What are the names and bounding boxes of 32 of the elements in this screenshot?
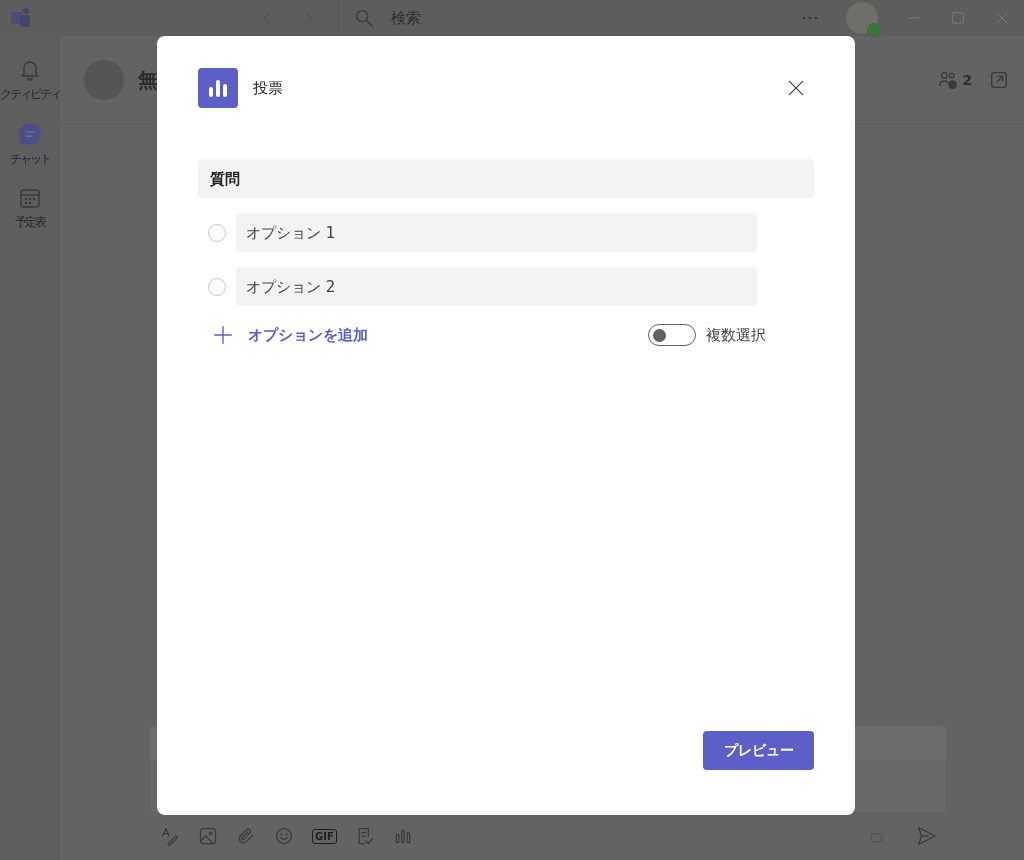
paperclip-icon[interactable] [236,826,256,846]
close-icon [786,78,806,98]
question-field[interactable]: 質問 [198,159,814,198]
add-option-link[interactable]: オプションを追加 [212,324,368,346]
gif-button[interactable]: GIF [312,828,337,844]
poll-app-icon [198,68,238,108]
bell-icon [18,58,42,82]
preview-button[interactable]: プレビュー [703,731,814,770]
format-icon[interactable] [160,826,180,846]
emoji-icon[interactable] [274,826,294,846]
popout-icon[interactable] [988,69,1010,91]
toggle-label: 複数選択 [706,325,766,345]
calendar-icon [18,186,42,210]
option-field[interactable]: オプション 1 [236,213,757,252]
close-icon[interactable] [994,10,1010,26]
people-add-icon [937,69,960,91]
user-avatar[interactable] [846,2,878,34]
dialog-title: 投票 [253,78,283,98]
image-icon[interactable] [198,826,218,846]
maximize-icon[interactable] [950,10,966,26]
radio-button[interactable] [208,277,226,296]
multiple-choice-toggle[interactable] [648,324,696,346]
search-icon [353,7,375,29]
chat-title: 無 [138,66,158,94]
chat-icon [17,121,43,147]
more-icon[interactable] [802,16,818,20]
radio-button[interactable] [208,223,226,242]
close-button[interactable] [786,78,806,98]
plus-icon [212,324,234,346]
app-logo-icon[interactable] [10,7,32,29]
option-field[interactable]: オプション 2 [236,267,757,306]
send-icon[interactable] [916,825,938,847]
